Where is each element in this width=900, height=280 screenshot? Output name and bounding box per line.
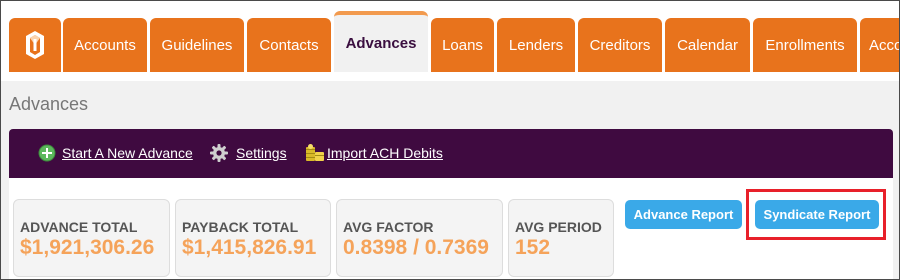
stat-advance-total: ADVANCE TOTAL $1,921,306.26 — [13, 199, 170, 277]
tab-accounting-truncated[interactable]: Acco — [860, 18, 899, 72]
start-new-advance-link[interactable]: Start A New Advance — [62, 145, 193, 161]
tab-advances[interactable]: Advances — [334, 11, 428, 72]
tab-calendar[interactable]: Calendar — [665, 18, 750, 72]
tab-enrollments[interactable]: Enrollments — [753, 18, 857, 72]
stat-value: 0.8398 / 0.7369 — [343, 236, 489, 259]
stat-label: AVG PERIOD — [515, 219, 602, 235]
stat-value: $1,921,306.26 — [20, 236, 155, 259]
page-title: Advances — [9, 94, 89, 114]
stat-label: ADVANCE TOTAL — [20, 219, 138, 235]
tab-accounts[interactable]: Accounts — [63, 18, 147, 72]
stat-value: $1,415,826.91 — [182, 236, 317, 259]
import-ach-debits-link[interactable]: Import ACH Debits — [327, 145, 443, 161]
top-navigation: Accounts Guidelines Contacts Advances Lo… — [1, 1, 899, 81]
logo-tab[interactable] — [9, 18, 61, 72]
gear-icon[interactable] — [209, 143, 229, 163]
tab-loans[interactable]: Loans — [431, 18, 494, 72]
stat-payback-total: PAYBACK TOTAL $1,415,826.91 — [175, 199, 331, 277]
add-circle-icon[interactable] — [37, 143, 57, 163]
brand-logo-icon — [26, 31, 44, 59]
tab-creditors[interactable]: Creditors — [578, 18, 662, 72]
stat-avg-period: AVG PERIOD 152 — [508, 199, 614, 277]
advance-report-button[interactable]: Advance Report — [625, 200, 742, 229]
settings-link[interactable]: Settings — [236, 145, 287, 161]
app-frame: Accounts Guidelines Contacts Advances Lo… — [0, 0, 900, 280]
tab-lenders[interactable]: Lenders — [497, 18, 575, 72]
stat-label: AVG FACTOR — [343, 219, 434, 235]
stat-avg-factor: AVG FACTOR 0.8398 / 0.7369 — [336, 199, 503, 277]
coins-icon[interactable] — [305, 143, 325, 163]
stat-value: 152 — [515, 236, 551, 259]
stat-label: PAYBACK TOTAL — [182, 219, 299, 235]
action-toolbar: Start A New Advance Settings Import ACH … — [9, 129, 893, 178]
tab-contacts[interactable]: Contacts — [247, 18, 331, 72]
tab-guidelines[interactable]: Guidelines — [150, 18, 244, 72]
highlight-box — [746, 189, 886, 240]
